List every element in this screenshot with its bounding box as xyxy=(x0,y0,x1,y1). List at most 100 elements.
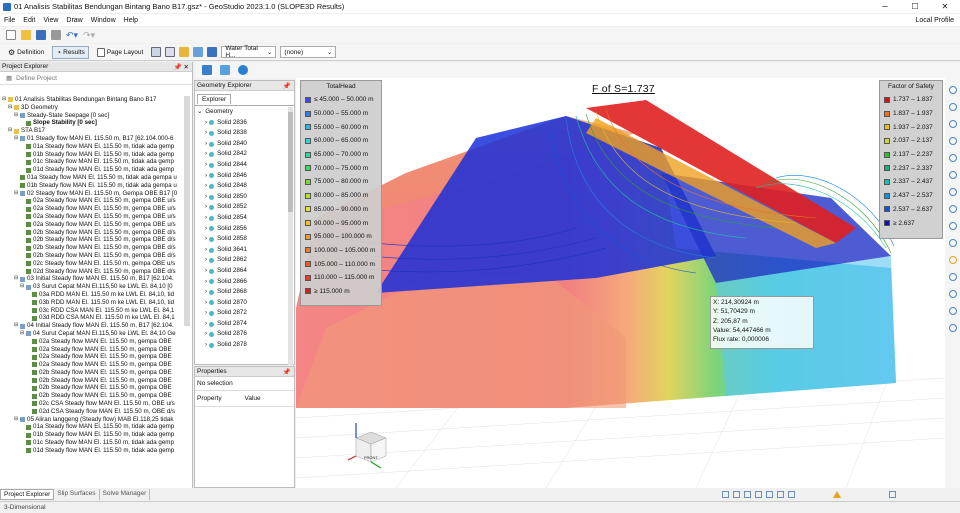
grid-icon[interactable] xyxy=(165,47,176,57)
view-iso-icon[interactable] xyxy=(948,239,957,247)
results-button[interactable]: ◔ Results xyxy=(52,45,89,59)
pin-icon[interactable]: 📌 ✕ xyxy=(174,63,189,71)
chevron-right-icon[interactable]: › xyxy=(205,266,207,277)
draw-contour-icon[interactable] xyxy=(179,47,190,57)
maximize-button[interactable]: ☐ xyxy=(900,2,930,11)
geometry-item[interactable]: › Solid 2872 xyxy=(197,308,289,319)
expand-toggle-icon[interactable]: ⊟ xyxy=(14,275,19,283)
expand-toggle-icon[interactable]: ⊟ xyxy=(14,135,19,143)
tree-item[interactable]: ⊟ 03 Surut Cepat MAN El.115,50 ke LWL El.… xyxy=(2,283,182,291)
project-tree-scrollbar[interactable] xyxy=(184,96,190,326)
warning-icon[interactable] xyxy=(833,490,841,498)
tree-item[interactable]: 02a Steady flow MAN El. 115.50 m, gempa … xyxy=(2,205,182,213)
tree-item[interactable]: 01d Steady flow MAN El. 115.50 m, tidak … xyxy=(2,447,182,455)
chevron-right-icon[interactable]: › xyxy=(205,287,207,298)
view-orient-icon[interactable] xyxy=(202,65,212,75)
chevron-right-icon[interactable]: › xyxy=(205,160,207,171)
tree-item[interactable]: ⊟ 02 Steady flow MAN El. 115.50 m, Gempa … xyxy=(2,190,182,198)
geometry-item[interactable]: › Solid 2874 xyxy=(197,319,289,330)
tree-item[interactable]: ⊟ 05 Aliran langgeng (Steady flow) MAB El… xyxy=(2,416,182,424)
snap-point-icon[interactable] xyxy=(733,490,740,498)
menu-window[interactable]: Window xyxy=(87,17,120,24)
tree-item[interactable]: 02c CSA Steady flow MAN El. 115.50 m, OB… xyxy=(2,400,182,408)
page-layout-button[interactable]: Page Layout xyxy=(93,46,148,59)
tree-item[interactable]: ⊟ 01 Analisis Stabilitas Bendungan Bintan… xyxy=(2,96,182,104)
print-icon[interactable] xyxy=(51,30,61,40)
tree-item[interactable]: ⊟ STA B17 xyxy=(2,127,182,135)
tree-item[interactable]: 02a Steady flow MAN El. 115.50 m, gempa … xyxy=(2,197,182,205)
chevron-right-icon[interactable]: › xyxy=(205,319,207,330)
geometry-item[interactable]: › Solid 2868 xyxy=(197,287,289,298)
light-icon[interactable] xyxy=(948,307,957,315)
tree-item[interactable]: ⊟ 04 Surut Cepat MAN El.115,50 ke LWL El.… xyxy=(2,330,182,338)
define-project-button[interactable]: ▦ Define Project xyxy=(0,72,192,85)
tree-item[interactable]: 02b Steady flow MAN El. 115.50 m, gempa … xyxy=(2,377,182,385)
chevron-right-icon[interactable]: › xyxy=(205,245,207,256)
menu-file[interactable]: File xyxy=(0,17,19,24)
tree-item[interactable]: 03c RDD CSA MAN El. 115.50 m ke LWL El. … xyxy=(2,307,182,315)
tree-item[interactable]: 02b Steady flow MAN El. 115.50 m, gempa … xyxy=(2,369,182,377)
tree-item[interactable]: 03d RDD CSA MAN El. 115.50 m ke LWL El. … xyxy=(2,314,182,322)
expand-toggle-icon[interactable]: ⊟ xyxy=(20,283,25,291)
tree-item[interactable]: 02b Steady flow MAN El. 115.50 m, gempa … xyxy=(2,244,182,252)
tree-item[interactable]: ⊟ Steady-State Seepage [0 sec] xyxy=(2,112,182,120)
tree-item[interactable]: 02b Steady flow MAN El. 115.50 m, gempa … xyxy=(2,392,182,400)
geometry-scrollbar[interactable] xyxy=(288,107,293,365)
geometry-item[interactable]: › Solid 2854 xyxy=(197,213,289,224)
chevron-right-icon[interactable]: › xyxy=(205,329,207,340)
local-profile[interactable]: Local Profile xyxy=(915,17,954,24)
tree-item[interactable]: ⊟ 3D Geometry xyxy=(2,104,182,112)
chevron-right-icon[interactable]: › xyxy=(205,255,207,266)
zoom-out-icon[interactable] xyxy=(948,103,957,111)
geometry-item[interactable]: › Solid 2844 xyxy=(197,160,289,171)
chevron-right-icon[interactable]: › xyxy=(205,213,207,224)
result-type-select[interactable]: Water Total H... ⌄ xyxy=(221,45,277,59)
layout-icon[interactable] xyxy=(889,490,896,498)
edit-status-icon[interactable] xyxy=(788,490,795,498)
tree-item[interactable]: 03a RDD MAN El. 115.50 m ke LWL El. 84,1… xyxy=(2,291,182,299)
tab-slip-surfaces[interactable]: Slip Surfaces xyxy=(54,489,100,500)
geometry-item[interactable]: › Solid 2858 xyxy=(197,234,289,245)
geometry-item[interactable]: › Solid 2866 xyxy=(197,277,289,288)
chevron-down-icon[interactable]: ⌄ xyxy=(197,107,202,118)
chevron-right-icon[interactable]: › xyxy=(205,192,207,203)
tree-item[interactable]: 01a Steady flow MAN El. 115.50 m, tidak … xyxy=(2,423,182,431)
pin-icon[interactable]: 📌 xyxy=(283,82,291,90)
geometry-item[interactable]: › Solid 2836 xyxy=(197,118,289,129)
chevron-right-icon[interactable]: › xyxy=(205,171,207,182)
pan-icon[interactable] xyxy=(948,154,957,162)
tree-item[interactable]: 03b RDD MAN El. 115.50 m ke LWL El. 84,1… xyxy=(2,299,182,307)
tree-item[interactable]: 02b Steady flow MAN El. 115.50 m, gempa … xyxy=(2,236,182,244)
tree-item[interactable]: 01c Steady flow MAN El. 115.50 m, tidak … xyxy=(2,158,182,166)
menu-edit[interactable]: Edit xyxy=(19,17,39,24)
geometry-item[interactable]: › Solid 2856 xyxy=(197,224,289,235)
secondary-select[interactable]: (none) ⌄ xyxy=(280,46,337,58)
view-copy-icon[interactable] xyxy=(220,65,230,75)
minimize-button[interactable]: ─ xyxy=(870,2,900,11)
expand-toggle-icon[interactable]: ⊟ xyxy=(14,322,19,330)
view-side-icon[interactable] xyxy=(948,222,957,230)
tree-item[interactable]: ⊟ 03 Initial Steady flow MAN El. 115.50 m… xyxy=(2,275,182,283)
tree-item[interactable]: 02b Steady flow MAN El. 115.50 m, gempa … xyxy=(2,384,182,392)
open-folder-icon[interactable] xyxy=(21,30,31,40)
definition-button[interactable]: ⚙ Definition xyxy=(4,46,48,59)
tree-item[interactable]: Slope Stability [0 sec] xyxy=(2,119,182,127)
redo-icon[interactable]: ↷▾ xyxy=(83,30,95,41)
tree-item[interactable]: 01b Steady flow MAN El. 115.50 m, tidak … xyxy=(2,431,182,439)
zoom-status-icon[interactable] xyxy=(755,490,762,498)
tree-item[interactable]: 01a Steady flow MAN El. 115.50 m, tidak … xyxy=(2,174,182,182)
tree-item[interactable]: 02a Steady flow MAN El. 115.50 m, gempa … xyxy=(2,221,182,229)
tree-item[interactable]: 01b Steady flow MAN El. 115.50 m, tidak … xyxy=(2,151,182,159)
select-icon[interactable] xyxy=(948,256,957,264)
chevron-right-icon[interactable]: › xyxy=(205,139,207,150)
tree-item[interactable]: 02a Steady flow MAN El. 115.50 m, gempa … xyxy=(2,346,182,354)
view-front-icon[interactable] xyxy=(948,205,957,213)
print-status-icon[interactable] xyxy=(766,490,773,498)
scrollbar-thumb[interactable] xyxy=(288,112,293,212)
geometry-root[interactable]: ⌄ Geometry xyxy=(197,107,289,118)
probe-icon[interactable] xyxy=(948,290,957,298)
geometry-item[interactable]: › Solid 2850 xyxy=(197,192,289,203)
rotate-icon[interactable] xyxy=(948,171,957,179)
totalhead-legend[interactable]: TotalHead ≤ 45.000 – 50.000 m 50.000 – 55… xyxy=(300,80,382,306)
measure-icon[interactable] xyxy=(948,273,957,281)
